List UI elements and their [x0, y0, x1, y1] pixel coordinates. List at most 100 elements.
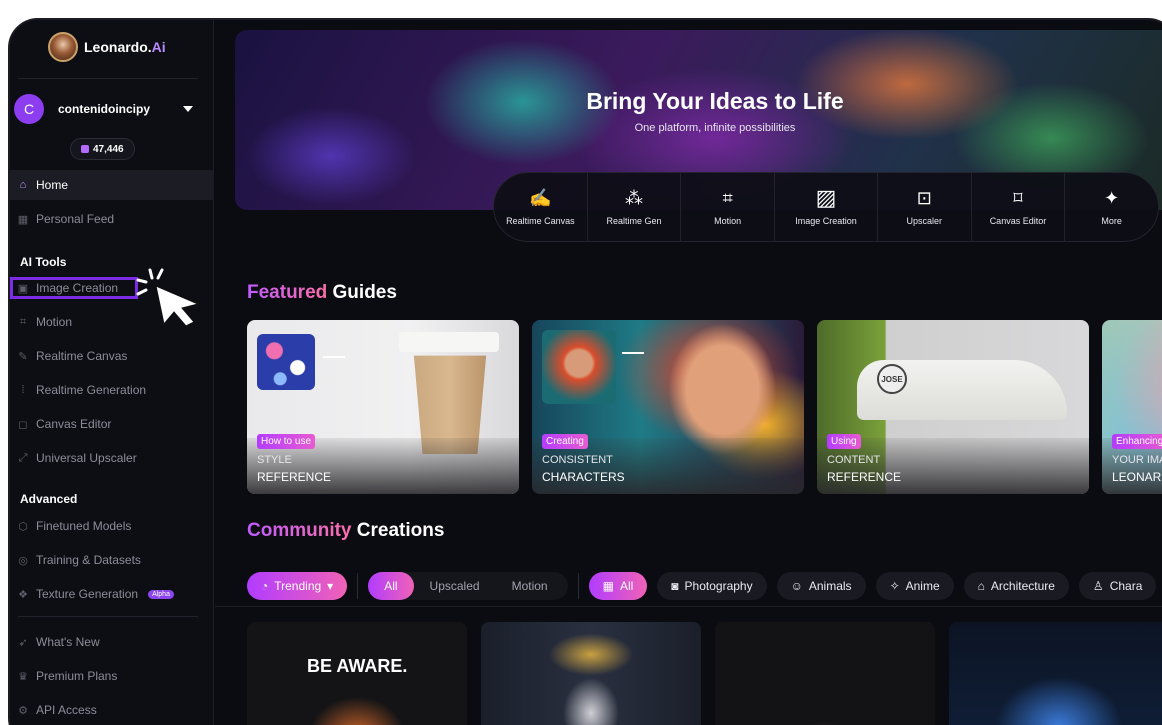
guide-title-line1: YOUR IMAG [1112, 454, 1162, 466]
sidebar-item-home[interactable]: ⌂ Home [10, 170, 214, 200]
arrow-right-icon [622, 352, 644, 354]
logo-avatar-icon [48, 32, 78, 62]
card-text: BE AWARE. [307, 656, 408, 676]
sidebar-item-realtime-generation[interactable]: ⁞ Realtime Generation [10, 375, 214, 405]
tool-bar: ✍ Realtime Canvas ⁂ Realtime Gen ⌗ Motio… [493, 161, 1159, 259]
film-icon: ⌗ [722, 187, 733, 208]
filter-upscaled[interactable]: Upscaled [414, 572, 496, 600]
highlight-box [10, 277, 138, 299]
guide-tag: How to use [257, 434, 316, 449]
username: contenidoincipy [58, 102, 151, 116]
rocket-icon: ➶ [18, 636, 28, 649]
flame-icon: ◔ [261, 579, 269, 593]
tool-image-creation[interactable]: ▨ Image Creation [775, 161, 878, 259]
cube-icon: ⬡ [18, 520, 28, 533]
guide-tag: Using [827, 434, 861, 449]
category-photography[interactable]: ◙ Photography [657, 572, 767, 600]
dataset-icon: ◎ [18, 554, 28, 567]
tool-motion[interactable]: ⌗ Motion [681, 173, 776, 241]
paw-icon: ☺ [790, 579, 803, 593]
portrait-thumb [542, 330, 616, 404]
alpha-badge: Alpha [148, 589, 174, 599]
sneaker-patch: JOSE [877, 364, 907, 394]
crown-icon: ♛ [18, 670, 28, 683]
guide-title-line1: CONTENT [827, 454, 881, 466]
sidebar-item-api-access[interactable]: ⚙ API Access [10, 695, 214, 725]
guide-card-style-reference[interactable]: How to use STYLE REFERENCE [247, 320, 519, 494]
sidebar-item-finetuned-models[interactable]: ⬡ Finetuned Models [10, 511, 214, 541]
community-card[interactable] [481, 622, 701, 725]
filter-motion[interactable]: Motion [496, 572, 564, 600]
token-count: 47,446 [93, 143, 124, 155]
sidebar-item-training-datasets[interactable]: ◎ Training & Datasets [10, 545, 214, 575]
home-icon: ⌂ [19, 179, 27, 191]
community-filters: ◔ Trending ▾ All Upscaled Motion ▦ All ◙… [247, 572, 1157, 600]
dots-grid-icon: ⁂ [625, 187, 643, 208]
category-architecture[interactable]: ⌂ Architecture [963, 572, 1069, 600]
texture-icon: ❖ [18, 588, 28, 601]
sidebar-item-universal-upscaler[interactable]: ⤢ Universal Upscaler [10, 443, 214, 473]
logo[interactable]: Leonardo.Ai [48, 32, 166, 62]
guide-title-line2: REFERENCE [257, 470, 332, 484]
category-all[interactable]: ▦ All [588, 572, 648, 600]
sidebar-item-premium-plans[interactable]: ♛ Premium Plans [10, 661, 214, 691]
sidebar-item-texture-generation[interactable]: ❖ Texture Generation Alpha [10, 579, 214, 609]
category-animals[interactable]: ☺ Animals [776, 572, 866, 600]
upscale-icon: ⤢ [18, 451, 28, 464]
app-name: Leonardo.Ai [84, 39, 166, 55]
avatar: C [14, 94, 44, 124]
star-icon: ✧ [889, 579, 900, 593]
tool-more[interactable]: ✦ More [1065, 173, 1158, 241]
upscale-icon: ⊡ [916, 187, 932, 208]
brush-icon: ✎ [18, 350, 28, 363]
grid-icon: ▦ [602, 579, 614, 593]
crop-icon: ◻ [18, 418, 28, 431]
building-icon: ⌂ [977, 579, 985, 593]
guide-title-line1: STYLE [257, 454, 292, 466]
chevron-down-icon: ▾ [327, 579, 334, 593]
pointer-cursor-icon [134, 264, 204, 327]
section-title-advanced: Advanced [20, 492, 78, 506]
sidebar-item-realtime-canvas[interactable]: ✎ Realtime Canvas [10, 341, 214, 371]
sidebar-item-whats-new[interactable]: ➶ What's New [10, 627, 214, 657]
guide-title-line2: CHARACTERS [542, 470, 625, 484]
community-creations-heading: Community Creations [247, 520, 445, 541]
chevron-down-icon[interactable] [183, 106, 193, 112]
divider [18, 78, 198, 79]
community-card[interactable] [715, 622, 935, 725]
dots-grid-icon: ⁞ [21, 384, 25, 396]
film-icon: ⌗ [19, 315, 27, 328]
tool-upscaler[interactable]: ⊡ Upscaler [878, 173, 972, 241]
user-menu[interactable]: C contenidoincipy [14, 94, 199, 124]
app-window: Leonardo.Ai C contenidoincipy 47,446 ⌂ H… [8, 18, 1162, 725]
guide-card-content-reference[interactable]: JOSE Using CONTENT REFERENCE [817, 320, 1089, 494]
brush-icon: ✍ [529, 187, 552, 208]
divider [18, 616, 198, 617]
sidebar-item-personal-feed[interactable]: ▦ Personal Feed [10, 204, 214, 234]
token-balance[interactable]: 47,446 [70, 138, 135, 160]
community-card[interactable] [949, 622, 1162, 725]
tool-realtime-gen[interactable]: ⁂ Realtime Gen [588, 173, 682, 241]
tool-realtime-canvas[interactable]: ✍ Realtime Canvas [494, 173, 588, 241]
arrow-right-icon [323, 356, 345, 358]
featured-guides-heading: Featured Guides [247, 282, 397, 303]
sparkle-icon: ✦ [1104, 187, 1120, 208]
category-characters[interactable]: ♙ Chara [1078, 572, 1157, 600]
category-anime[interactable]: ✧ Anime [875, 572, 954, 600]
person-icon: ♙ [1092, 579, 1104, 593]
guide-card-consistent-characters[interactable]: Creating CONSISTENT CHARACTERS [532, 320, 804, 494]
tool-canvas-editor[interactable]: ⌑ Canvas Editor [972, 173, 1066, 241]
guide-card-enhancing[interactable]: Enhancing YOUR IMAG LEONARD [1102, 320, 1162, 494]
guide-tag: Enhancing [1112, 434, 1162, 449]
token-icon [81, 145, 89, 153]
crop-icon: ⌑ [1013, 187, 1023, 208]
filter-all[interactable]: All [368, 572, 414, 600]
sidebar-item-canvas-editor[interactable]: ◻ Canvas Editor [10, 409, 214, 439]
camera-icon: ◙ [671, 579, 679, 593]
guide-title-line2: LEONARD [1112, 470, 1162, 484]
community-card[interactable]: BE AWARE. [247, 622, 467, 725]
grid-icon: ▦ [17, 213, 29, 226]
sort-dropdown[interactable]: ◔ Trending ▾ [247, 572, 348, 600]
guide-title-line1: CONSISTENT [542, 454, 613, 466]
hero-subtitle: One platform, infinite possibilities [634, 122, 796, 134]
